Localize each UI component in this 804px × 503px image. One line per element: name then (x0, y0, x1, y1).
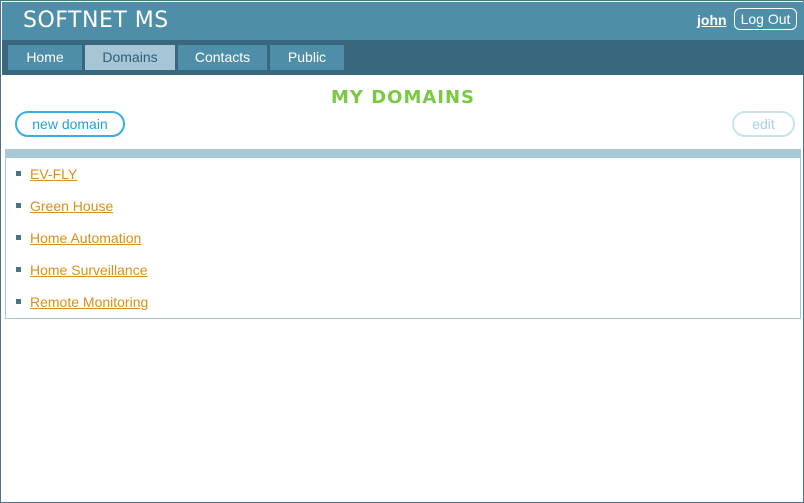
domain-link-home-surveillance[interactable]: Home Surveillance (30, 262, 148, 278)
domain-link-remote-monitoring[interactable]: Remote Monitoring (30, 294, 148, 310)
tab-contacts[interactable]: Contacts (178, 45, 267, 70)
app-window: SOFTNET MS john Log Out Home Domains Con… (0, 0, 804, 503)
edit-button[interactable]: edit (732, 111, 795, 137)
domain-link-ev-fly[interactable]: EV-FLY (30, 166, 77, 182)
domain-link-green-house[interactable]: Green House (30, 198, 113, 214)
user-link[interactable]: john (697, 12, 727, 28)
page-title: MY DOMAINS (330, 87, 476, 108)
header-bar: SOFTNET MS john Log Out (2, 2, 804, 40)
tab-public[interactable]: Public (270, 45, 344, 70)
app-title: SOFTNET MS (23, 8, 169, 33)
bullet-icon (16, 235, 21, 240)
bullet-icon (16, 299, 21, 304)
tab-domains[interactable]: Domains (85, 45, 175, 70)
new-domain-button[interactable]: new domain (15, 111, 125, 137)
bullet-icon (16, 171, 21, 176)
logout-button[interactable]: Log Out (734, 8, 797, 30)
bullet-icon (16, 203, 21, 208)
bullet-icon (16, 267, 21, 272)
domain-list-panel: EV-FLY Green House Home Automation Home … (5, 149, 801, 319)
tab-home[interactable]: Home (8, 45, 82, 70)
nav-bar: Home Domains Contacts Public (2, 40, 804, 75)
domain-link-home-automation[interactable]: Home Automation (30, 230, 141, 246)
